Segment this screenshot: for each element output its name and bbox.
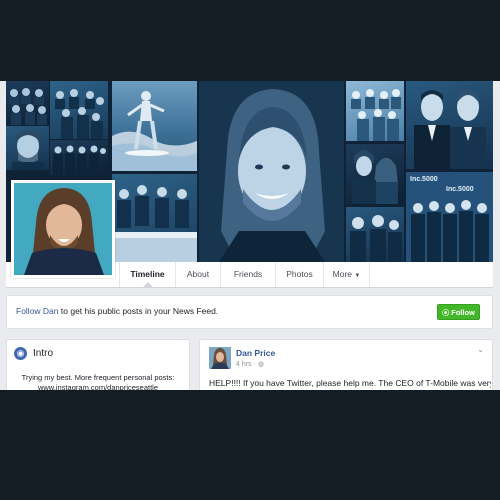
- cover-tile-meeting-photo: [112, 174, 197, 262]
- inc5000-label: Inc.5000: [410, 176, 438, 183]
- tab-photos[interactable]: Photos: [275, 262, 323, 287]
- chevron-down-icon[interactable]: ⌄: [477, 345, 484, 354]
- privacy-globe-icon: ◍: [257, 361, 264, 368]
- rss-icon: ⦿: [442, 310, 450, 317]
- globe-icon: ◉: [14, 347, 27, 360]
- post-meta-separator: ·: [253, 361, 256, 368]
- cover-tile-group-photo: [6, 81, 49, 125]
- cover-tile-portrait: [6, 126, 49, 170]
- tab-photos-label: Photos: [286, 269, 313, 279]
- cover-tile-inc5000-photo: Inc.5000 Inc.5000: [406, 172, 493, 262]
- tab-about-label: About: [186, 269, 210, 279]
- caret-down-icon: ▼: [354, 273, 361, 279]
- inc5000-label-secondary: Inc.5000: [446, 186, 474, 193]
- cover-tile-audience-photo: [346, 81, 404, 141]
- follow-banner-text: Follow Dan to get his public posts in yo…: [16, 306, 218, 316]
- post-author-avatar[interactable]: [209, 347, 231, 369]
- tab-more-label: More: [332, 269, 353, 279]
- follow-banner: Follow Dan to get his public posts in yo…: [6, 295, 493, 329]
- post-author-name[interactable]: Dan Price: [236, 348, 275, 358]
- cover-tile-surfing-photo: [112, 81, 197, 171]
- cover-tile-president-photo: [406, 81, 493, 169]
- intro-title: Intro: [33, 348, 54, 359]
- post-timestamp[interactable]: 4 hrs: [236, 361, 252, 368]
- cover-tile-team-photo: [50, 140, 108, 175]
- tab-timeline[interactable]: Timeline: [119, 262, 175, 287]
- follow-button-label: Follow: [451, 308, 475, 317]
- post-card: Dan Price 4 hrs · ◍ ⌄ HELP!!!! If you ha…: [199, 339, 493, 390]
- tab-friends-label: Friends: [233, 269, 263, 279]
- cover-tile-group-selfie: [346, 207, 404, 262]
- intro-bio: Trying my best. More frequent personal p…: [21, 373, 175, 390]
- post-meta: 4 hrs · ◍: [236, 360, 264, 368]
- tab-more[interactable]: More ▼: [323, 262, 370, 287]
- cover-tile-main-portrait: [199, 81, 344, 262]
- profile-picture[interactable]: [11, 180, 115, 278]
- post-text: HELP!!!! If you have Twitter, please hel…: [209, 378, 491, 388]
- tab-timeline-label: Timeline: [130, 269, 165, 279]
- tab-friends[interactable]: Friends: [220, 262, 275, 287]
- cover-tile-couple-photo: [346, 144, 404, 204]
- facebook-profile-page: Inc.5000 Inc.5000 Timeline About Friends…: [0, 81, 500, 390]
- follow-button[interactable]: ⦿ Follow: [437, 304, 480, 320]
- follow-banner-message: to get his public posts in your News Fee…: [58, 306, 219, 316]
- intro-card: ◉ Intro Trying my best. More frequent pe…: [6, 339, 190, 390]
- follow-dan-link[interactable]: Follow Dan: [16, 306, 59, 316]
- cover-tile-crowd-photo: [50, 81, 108, 139]
- tab-about[interactable]: About: [175, 262, 220, 287]
